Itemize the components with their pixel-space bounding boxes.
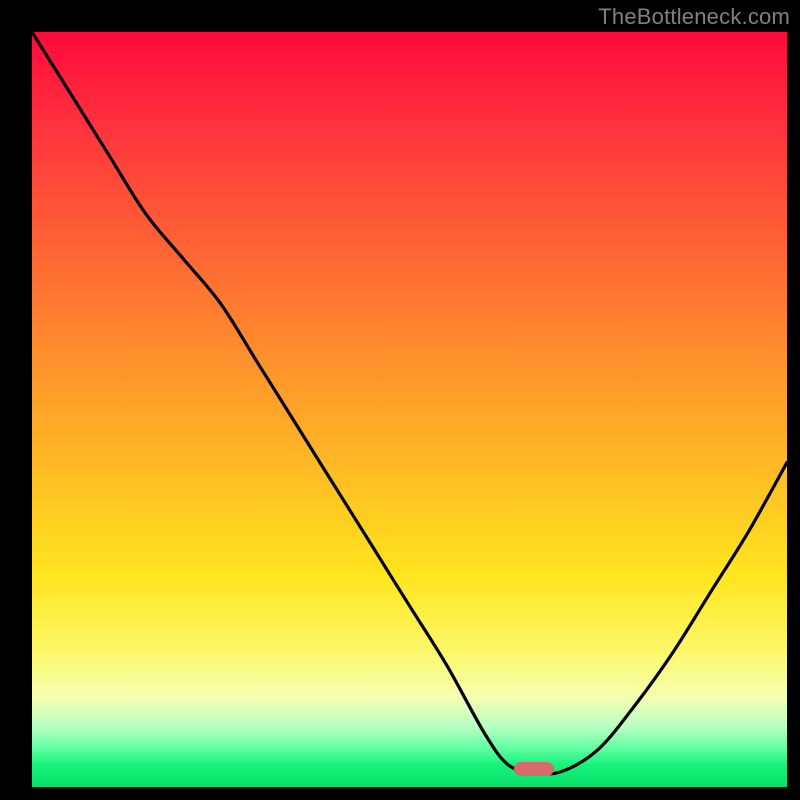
bottleneck-curve: [32, 32, 787, 787]
optimal-marker: [514, 762, 554, 776]
plot-area: [32, 32, 787, 787]
chart-frame: TheBottleneck.com: [0, 0, 800, 800]
watermark-text: TheBottleneck.com: [598, 4, 790, 30]
